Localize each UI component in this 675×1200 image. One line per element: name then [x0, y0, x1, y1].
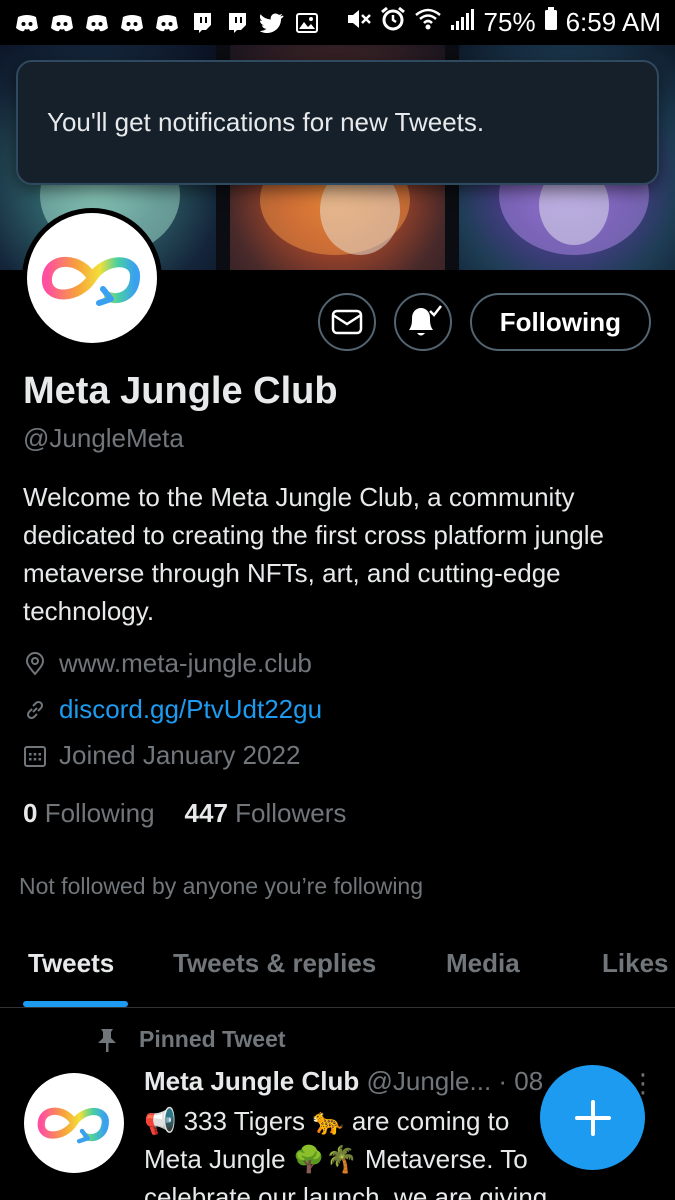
profile-link[interactable]: discord.gg/PtvUdt22gu [59, 694, 322, 725]
tab-tweets[interactable]: Tweets [28, 948, 114, 979]
following-count-label: Following [44, 798, 155, 828]
profile-location: www.meta-jungle.club [23, 648, 312, 679]
tweet-author-avatar[interactable] [24, 1073, 124, 1173]
status-bar: 75% 6:59 AM [0, 0, 675, 45]
notifications-button[interactable] [393, 293, 452, 351]
alarm-icon [380, 6, 406, 39]
calendar-icon [24, 745, 46, 767]
profile-tabs: Tweets Tweets & replies Media Likes [0, 930, 675, 1008]
profile-name: Meta Jungle Club [23, 370, 338, 412]
battery-icon [544, 7, 558, 38]
envelope-icon [331, 309, 362, 335]
location-text: www.meta-jungle.club [59, 648, 312, 678]
clock: 6:59 AM [565, 7, 661, 37]
compose-tweet-button[interactable] [540, 1065, 645, 1170]
twitch-icon [189, 12, 215, 34]
bell-check-icon [408, 305, 442, 336]
tweet-date: · 08 [498, 1066, 544, 1096]
pinned-tweet-label: Pinned Tweet [95, 1026, 286, 1053]
notification-toast: You'll get notifications for new Tweets. [16, 60, 659, 185]
tweet-text-line: 📢 333 Tigers 🐆 are coming to [144, 1106, 510, 1136]
notification-icons [14, 12, 320, 34]
link-icon [26, 700, 44, 719]
profile-avatar[interactable] [22, 208, 162, 348]
twitch-icon [224, 12, 250, 34]
profile-actions: Following [317, 293, 651, 351]
following-count-link[interactable]: 0 Following [23, 798, 155, 829]
tweet-text[interactable]: 📢 333 Tigers 🐆 are coming to Meta Jungle… [144, 1102, 594, 1200]
twitter-icon [259, 12, 285, 34]
meta-jungle-logo [37, 1107, 109, 1144]
pinned-tweet-text: Pinned Tweet [139, 1026, 286, 1052]
tab-tweets-replies[interactable]: Tweets & replies [173, 948, 376, 979]
following-button-label: Following [499, 306, 621, 337]
following-button[interactable]: Following [469, 293, 651, 351]
wifi-icon [414, 7, 442, 38]
tab-likes[interactable]: Likes [602, 948, 669, 979]
tab-media[interactable]: Media [446, 948, 520, 979]
location-pin-icon [25, 651, 45, 676]
profile-handle: @JungleMeta [23, 423, 184, 453]
profile-joined: Joined January 2022 [23, 740, 300, 771]
mute-icon [346, 7, 372, 38]
followers-count: 447 [184, 798, 228, 828]
mutual-followers-note: Not followed by anyone you’re following [19, 873, 424, 899]
following-count: 0 [23, 798, 38, 828]
discord-icon [84, 12, 110, 34]
pin-icon [98, 1028, 116, 1052]
meta-jungle-logo [42, 256, 140, 306]
discord-icon [119, 12, 145, 34]
discord-icon [154, 12, 180, 34]
gallery-icon [294, 12, 320, 34]
followers-count-label: Followers [235, 798, 347, 828]
profile-link-row: discord.gg/PtvUdt22gu [23, 694, 322, 725]
followers-count-link[interactable]: 447 Followers [185, 798, 347, 829]
tweet-text-line: celebrate our launch, we are giving [144, 1182, 548, 1200]
plus-icon [574, 1099, 611, 1136]
battery-percent: 75% [483, 7, 536, 37]
follow-counts: 0 Following 447 Followers [23, 798, 346, 829]
discord-icon [49, 12, 75, 34]
joined-text: Joined January 2022 [59, 740, 301, 770]
profile-bio: Welcome to the Meta Jungle Club, a commu… [23, 482, 604, 626]
signal-icon [450, 7, 476, 38]
tweet-author-name: Meta Jungle Club [144, 1066, 360, 1096]
message-button[interactable] [317, 293, 376, 351]
active-tab-indicator [23, 1001, 128, 1007]
toast-message: You'll get notifications for new Tweets. [47, 107, 485, 137]
tweet-text-line: Meta Jungle 🌳🌴 Metaverse. To [144, 1144, 528, 1174]
tweet-header[interactable]: Meta Jungle Club @Jungle... · 08 [144, 1066, 543, 1097]
tweet-author-handle: @Jungle... [366, 1066, 492, 1096]
system-status: 75% 6:59 AM [346, 6, 661, 39]
discord-icon [14, 12, 40, 34]
